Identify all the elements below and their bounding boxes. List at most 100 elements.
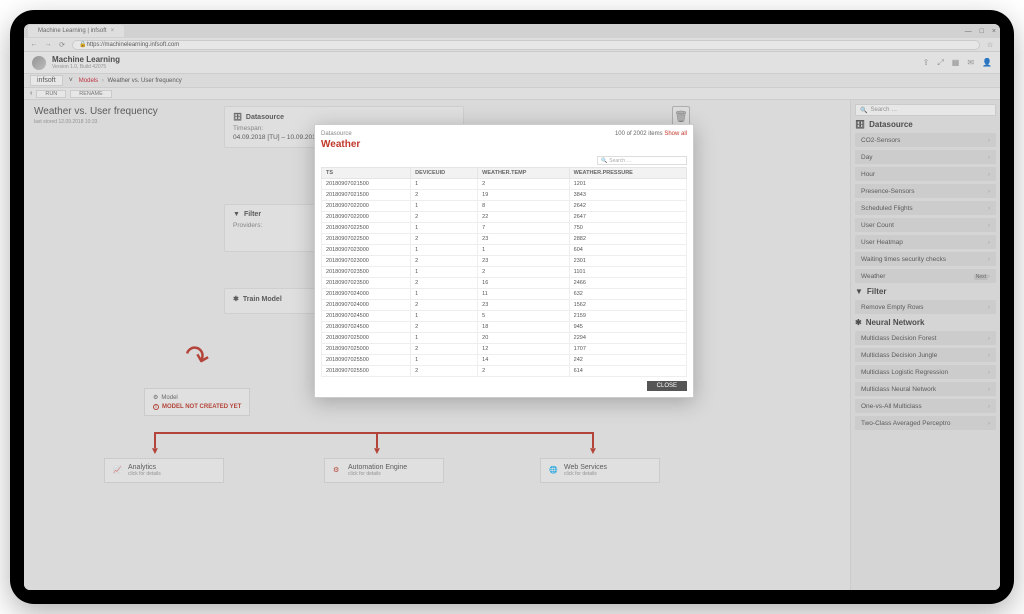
sidebar-item-neural[interactable]: Multiclass Decision Jungle› xyxy=(855,348,996,362)
table-header[interactable]: WEATHER.PRESSURE xyxy=(569,168,686,179)
hdr-mail-icon[interactable]: ✉ xyxy=(967,58,974,68)
table-row[interactable]: 201809070225002232882 xyxy=(322,234,687,245)
table-row[interactable]: 201809070250001202294 xyxy=(322,333,687,344)
table-cell: 7 xyxy=(478,223,570,234)
table-row[interactable]: 201809070215002193843 xyxy=(322,190,687,201)
table-cell: 2882 xyxy=(569,234,686,245)
table-row[interactable]: 201809070250002121707 xyxy=(322,344,687,355)
hdr-user-icon[interactable]: 👤 xyxy=(982,58,992,68)
sidebar-item-datasource[interactable]: Waiting times security checks› xyxy=(855,252,996,266)
sidebar-heading-filter: Filter xyxy=(867,287,887,296)
table-row[interactable]: 2018090702250017750 xyxy=(322,223,687,234)
modal-search-input[interactable]: 🔍 Search … xyxy=(597,156,687,165)
error-icon: ! xyxy=(153,404,159,410)
search-icon: 🔍 xyxy=(601,158,607,164)
table-row[interactable]: 20180907024000111632 xyxy=(322,289,687,300)
sidebar-item-datasource[interactable]: CO2-Sensors› xyxy=(855,133,996,147)
url-field[interactable]: 🔒 https://machinelearning.infsoft.com xyxy=(72,40,980,50)
network-icon: ✱ xyxy=(855,318,862,327)
network-icon: ✱ xyxy=(233,295,239,303)
table-cell: 1 xyxy=(411,201,478,212)
sidebar-item-neural[interactable]: Two-Class Averaged Perceptro› xyxy=(855,416,996,430)
table-row[interactable]: 201809070235002162466 xyxy=(322,278,687,289)
brand-chip[interactable]: infsoft xyxy=(30,75,63,86)
chevron-right-icon: › xyxy=(988,206,990,212)
sidebar-item-filter[interactable]: Remove Empty Rows› xyxy=(855,300,996,314)
sidebar-search-input[interactable]: 🔍 Search … xyxy=(855,104,996,116)
window-minimize-icon[interactable]: — xyxy=(965,28,972,35)
table-row[interactable]: 2018090702550022614 xyxy=(322,366,687,377)
sidebar-item-neural[interactable]: Multiclass Decision Forest› xyxy=(855,331,996,345)
sidebar: 🔍 Search … 🗄Datasource CO2-Sensors›Day›H… xyxy=(850,100,1000,590)
sidebar-item-datasource[interactable]: Hour› xyxy=(855,167,996,181)
table-row[interactable]: 201809070220002222647 xyxy=(322,212,687,223)
analytics-icon: 📈 xyxy=(113,466,123,476)
model-node[interactable]: ⚙Model !MODEL NOT CREATED YET xyxy=(144,388,250,416)
modal-item-count: 100 of 2002 items Show all xyxy=(615,131,687,137)
table-row[interactable]: 20180907023500121101 xyxy=(322,267,687,278)
sidebar-item-neural[interactable]: Multiclass Logistic Regression› xyxy=(855,365,996,379)
search-icon: 🔍 xyxy=(860,107,867,114)
table-cell: 23 xyxy=(478,256,570,267)
sidebar-item-datasource[interactable]: Scheduled Flights› xyxy=(855,201,996,215)
chevron-right-icon: › xyxy=(988,240,990,246)
table-cell: 1 xyxy=(411,267,478,278)
table-header[interactable]: TS xyxy=(322,168,411,179)
modal-close-button[interactable]: CLOSE xyxy=(647,381,687,391)
table-cell: 1 xyxy=(411,289,478,300)
sidebar-heading-neural: Neural Network xyxy=(866,318,925,327)
trash-button[interactable]: 🗑 xyxy=(672,106,690,126)
table-row[interactable]: 2018090702300011604 xyxy=(322,245,687,256)
hdr-upload-icon[interactable]: ⇪ xyxy=(923,58,930,68)
table-cell: 2 xyxy=(411,234,478,245)
table-cell: 20180907023000 xyxy=(322,245,411,256)
chevron-right-icon: › xyxy=(988,274,990,280)
table-row[interactable]: 201809070240002231562 xyxy=(322,300,687,311)
table-cell: 2466 xyxy=(569,278,686,289)
table-header[interactable]: WEATHER.TEMP xyxy=(478,168,570,179)
window-maximize-icon[interactable]: □ xyxy=(980,28,984,35)
breadcrumb-models[interactable]: Models xyxy=(79,78,98,84)
sidebar-item-datasource[interactable]: WeatherNext› xyxy=(855,269,996,283)
leaf-webservices[interactable]: 🌐 Web Services click for details xyxy=(540,458,660,483)
hdr-grid-icon[interactable]: ▦ xyxy=(952,58,960,68)
nav-back-icon[interactable]: ← xyxy=(30,41,38,49)
browser-star-icon[interactable]: ☆ xyxy=(986,41,994,49)
screen: Machine Learning | infsoft × — □ × ← → ⟳… xyxy=(24,24,1000,590)
connector-horizontal xyxy=(154,432,594,434)
table-row[interactable]: 201809070230002232301 xyxy=(322,256,687,267)
trash-icon: 🗑 xyxy=(674,110,688,123)
tab-close-icon[interactable]: × xyxy=(111,28,115,34)
sidebar-item-datasource[interactable]: Day› xyxy=(855,150,996,164)
hdr-expand-icon[interactable]: ⤢ xyxy=(937,58,943,68)
sidebar-item-datasource[interactable]: User Count› xyxy=(855,218,996,232)
nav-forward-icon[interactable]: → xyxy=(44,41,52,49)
sidebar-item-neural[interactable]: Multiclass Neural Network› xyxy=(855,382,996,396)
modal-show-all-link[interactable]: Show all xyxy=(664,131,687,137)
brand-chevron-icon[interactable]: ˅ xyxy=(69,77,73,84)
table-row[interactable]: 20180907024500218945 xyxy=(322,322,687,333)
sidebar-item-neural[interactable]: One-vs-All Multiclass› xyxy=(855,399,996,413)
table-cell: 18 xyxy=(478,322,570,333)
browser-tab[interactable]: Machine Learning | infsoft × xyxy=(28,25,124,37)
table-row[interactable]: 20180907021500121201 xyxy=(322,179,687,190)
table-cell: 2 xyxy=(411,212,478,223)
run-button[interactable]: RUN xyxy=(36,90,66,98)
table-header[interactable]: DEVICEUID xyxy=(411,168,478,179)
sidebar-item-datasource[interactable]: User Heatmap› xyxy=(855,235,996,249)
table-cell: 20180907021500 xyxy=(322,190,411,201)
back-chevron-icon[interactable]: ‹ xyxy=(30,90,32,97)
table-row[interactable]: 20180907025500114242 xyxy=(322,355,687,366)
leaf-analytics[interactable]: 📈 Analytics click for details xyxy=(104,458,224,483)
window-close-icon[interactable]: × xyxy=(992,28,996,35)
table-row[interactable]: 20180907024500152159 xyxy=(322,311,687,322)
nav-reload-icon[interactable]: ⟳ xyxy=(58,41,66,49)
sidebar-item-datasource[interactable]: Presence-Sensors› xyxy=(855,184,996,198)
table-row[interactable]: 20180907022000182642 xyxy=(322,201,687,212)
leaf-automation[interactable]: ⚙ Automation Engine click for details xyxy=(324,458,444,483)
table-cell: 1 xyxy=(411,355,478,366)
rename-button[interactable]: RENAME xyxy=(70,90,112,98)
panel-train-heading: Train Model xyxy=(243,296,282,303)
table-cell: 2 xyxy=(411,366,478,377)
table-cell: 2301 xyxy=(569,256,686,267)
